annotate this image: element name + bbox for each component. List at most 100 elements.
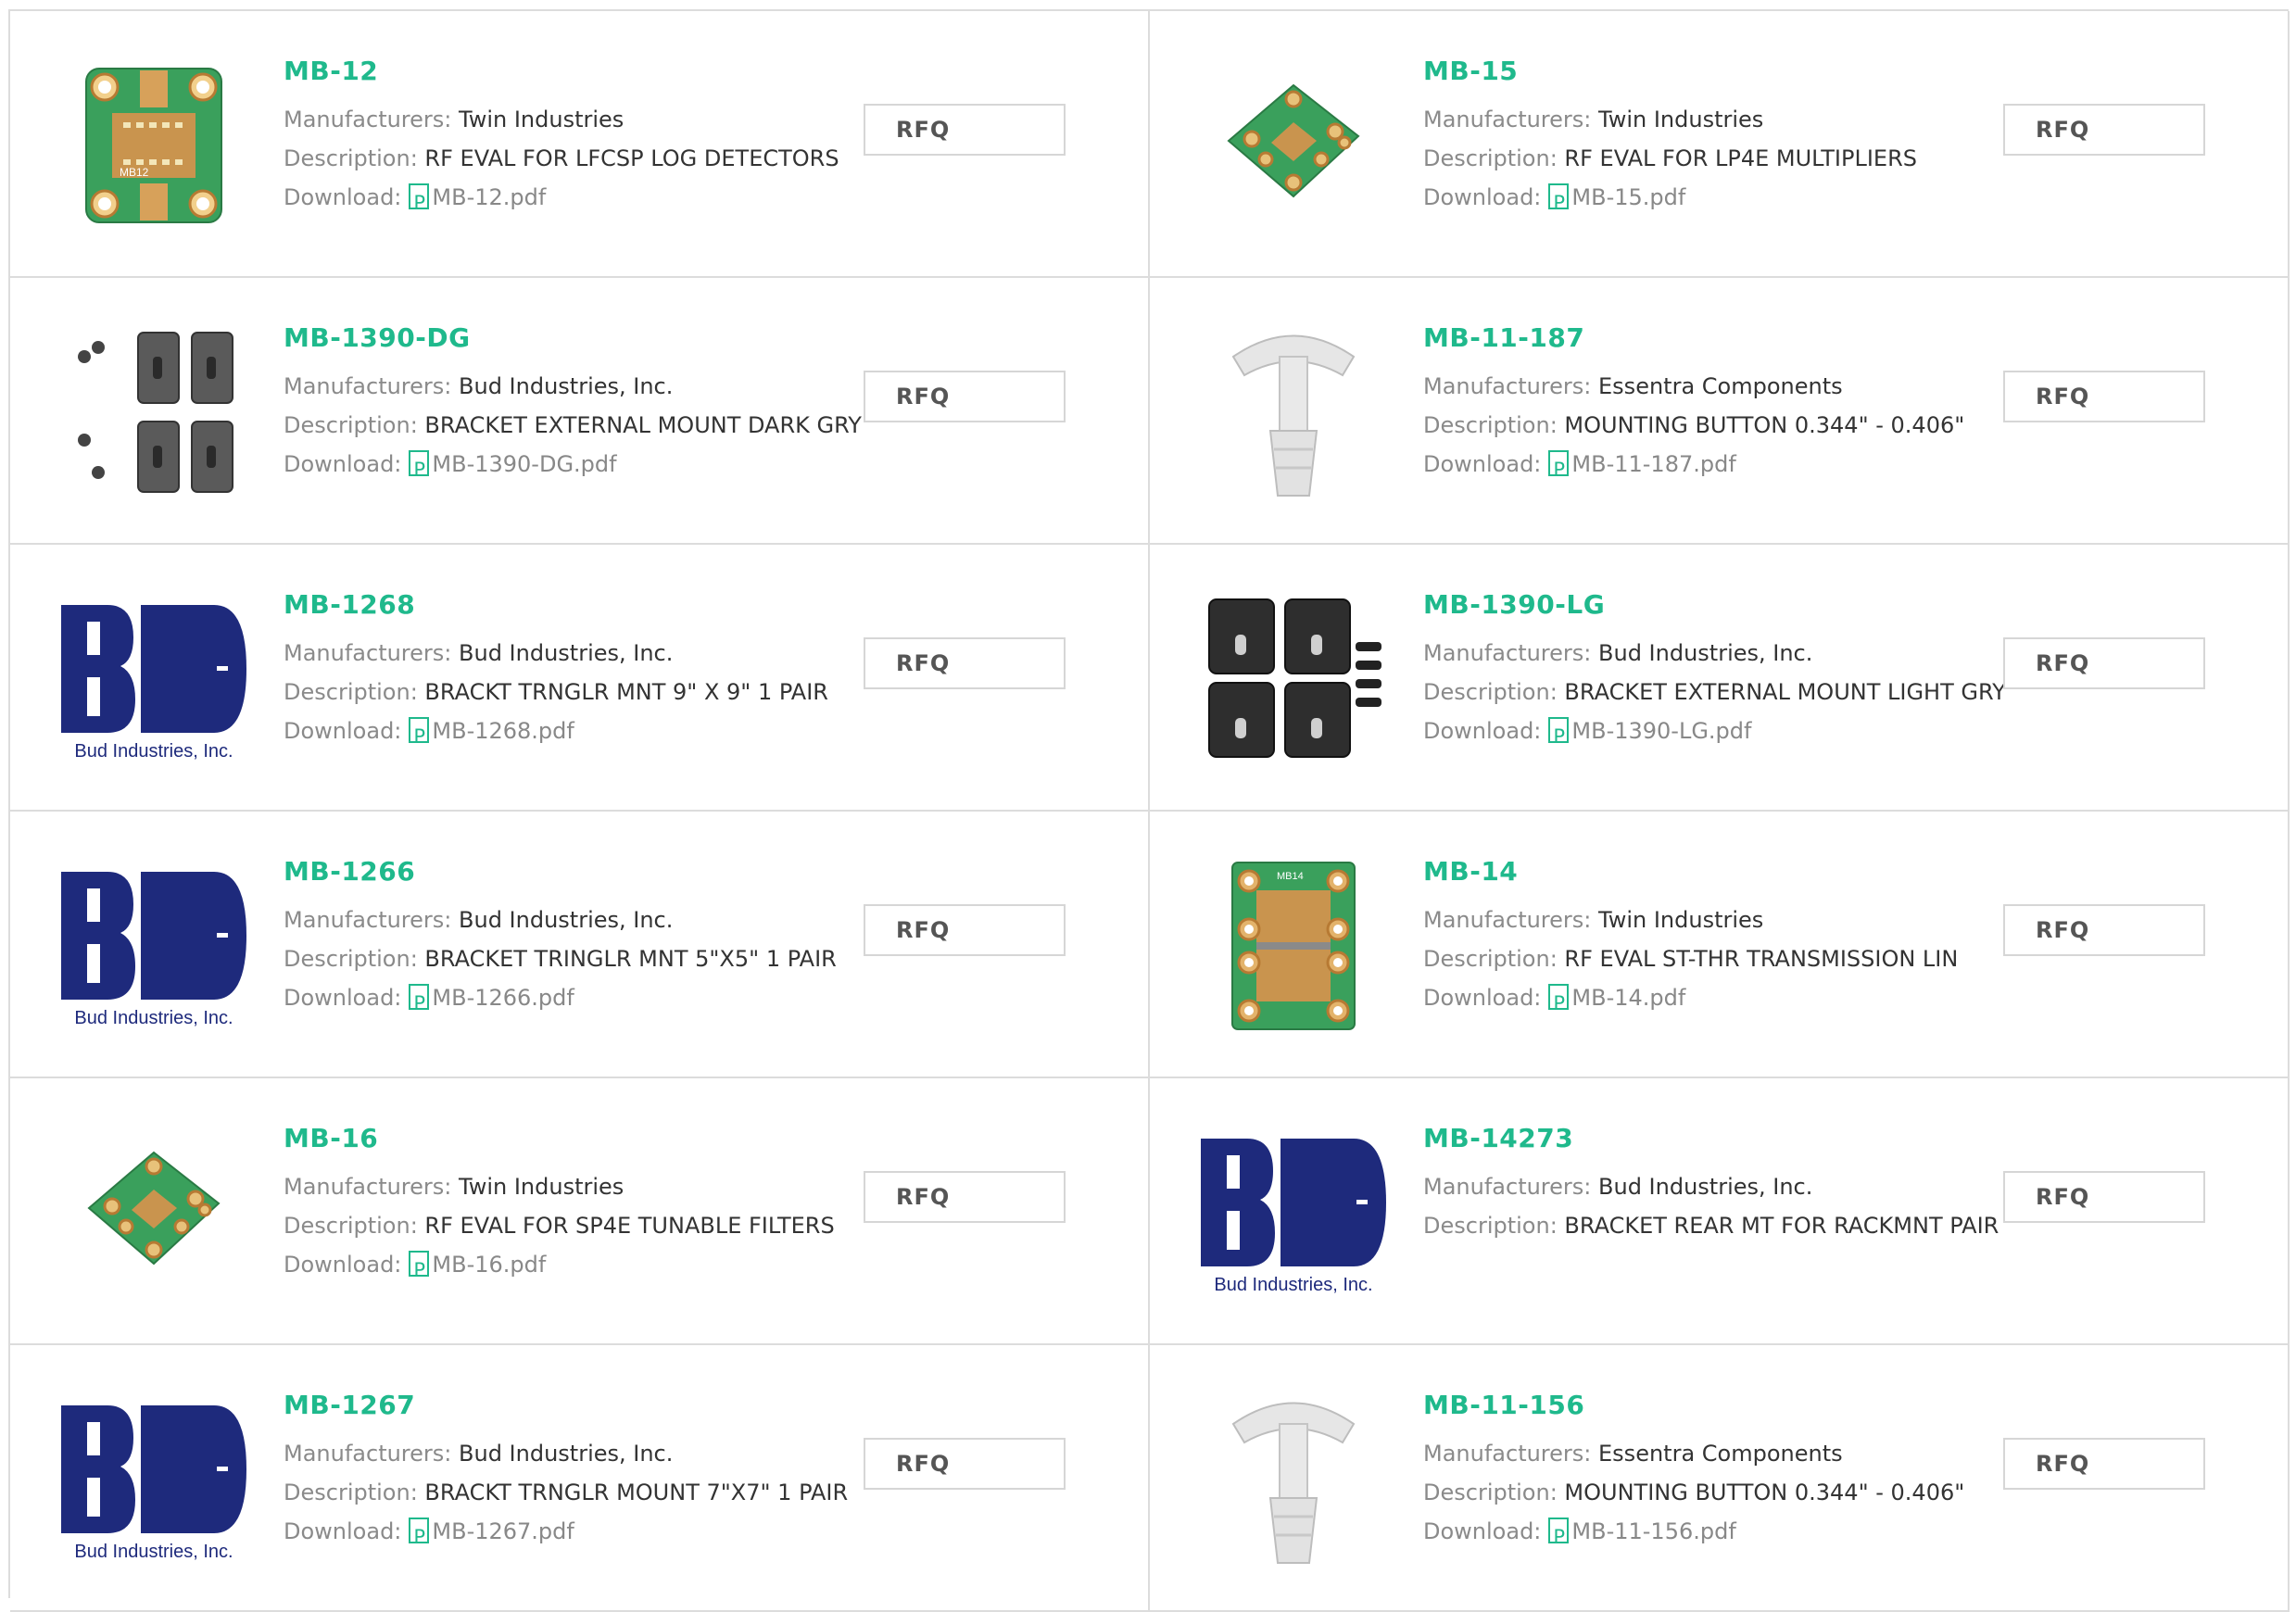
product-info: MB-1266 Manufacturers: Bud Industries, I… bbox=[284, 854, 877, 1023]
manufacturer-value: Twin Industries bbox=[1598, 107, 1764, 132]
pdf-icon[interactable] bbox=[1548, 984, 1570, 1023]
manufacturer-value: Twin Industries bbox=[1598, 907, 1764, 933]
download-label: Download: bbox=[1423, 718, 1542, 744]
rfq-button[interactable]: RFQ bbox=[864, 1171, 1066, 1223]
product-info: MB-14 Manufacturers: Twin Industries Des… bbox=[1423, 854, 2016, 1023]
manufacturer-value: Twin Industries bbox=[459, 1174, 624, 1200]
product-info: MB-11-156 Manufacturers: Essentra Compon… bbox=[1423, 1388, 2016, 1556]
datasheet-link[interactable]: MB-1266.pdf bbox=[432, 985, 574, 1011]
pdf-icon[interactable] bbox=[1548, 450, 1570, 489]
rfq-button[interactable]: RFQ bbox=[2003, 1171, 2205, 1223]
pdf-icon[interactable] bbox=[409, 183, 430, 222]
datasheet-link[interactable]: MB-14.pdf bbox=[1571, 985, 1685, 1011]
product-part-number-link[interactable]: MB-11-187 bbox=[1423, 321, 2016, 356]
description-label: Description: bbox=[284, 679, 418, 705]
pcb-board-mb14-image[interactable]: MB14 bbox=[1196, 849, 1391, 1043]
rfq-button[interactable]: RFQ bbox=[864, 904, 1066, 956]
product-info: MB-14273 Manufacturers: Bud Industries, … bbox=[1423, 1121, 2016, 1245]
pcb-board-small-image[interactable] bbox=[57, 1115, 251, 1310]
description-label: Description: bbox=[1423, 145, 1558, 171]
datasheet-link[interactable]: MB-11-156.pdf bbox=[1571, 1518, 1735, 1544]
datasheet-link[interactable]: MB-16.pdf bbox=[432, 1252, 546, 1278]
description-label: Description: bbox=[284, 946, 418, 972]
pdf-icon[interactable] bbox=[1548, 717, 1570, 756]
datasheet-link[interactable]: MB-11-187.pdf bbox=[1571, 451, 1735, 477]
mounting-button-image[interactable] bbox=[1196, 1382, 1391, 1577]
manufacturer-value: Essentra Components bbox=[1598, 1441, 1843, 1467]
rfq-button[interactable]: RFQ bbox=[2003, 637, 2205, 689]
rfq-button[interactable]: RFQ bbox=[2003, 904, 2205, 956]
description-row: Description: BRACKET EXTERNAL MOUNT DARK… bbox=[284, 406, 877, 445]
rfq-button[interactable]: RFQ bbox=[864, 104, 1066, 156]
description-row: Description: BRACKT TRNGLR MOUNT 7"X7" 1… bbox=[284, 1473, 877, 1512]
datasheet-link[interactable]: MB-12.pdf bbox=[432, 184, 546, 210]
pdf-icon[interactable] bbox=[409, 717, 430, 756]
product-part-number-link[interactable]: MB-1266 bbox=[284, 854, 877, 889]
pcb-board-mb12-image[interactable]: MB12 bbox=[57, 48, 251, 243]
rfq-button[interactable]: RFQ bbox=[2003, 371, 2205, 422]
rfq-button[interactable]: RFQ bbox=[864, 371, 1066, 422]
datasheet-link[interactable]: MB-1267.pdf bbox=[432, 1518, 574, 1544]
product-card: MB-11-156 Manufacturers: Essentra Compon… bbox=[1150, 1345, 2290, 1612]
mounting-button-image[interactable] bbox=[1196, 315, 1391, 510]
download-row: Download: MB-12.pdf bbox=[284, 178, 877, 222]
rfq-button[interactable]: RFQ bbox=[2003, 1438, 2205, 1490]
download-label: Download: bbox=[1423, 451, 1542, 477]
description-label: Description: bbox=[1423, 679, 1558, 705]
product-part-number-link[interactable]: MB-1268 bbox=[284, 587, 877, 623]
description-row: Description: MOUNTING BUTTON 0.344" - 0.… bbox=[1423, 406, 2016, 445]
description-label: Description: bbox=[284, 1480, 418, 1505]
bud-logo-image[interactable]: Bud Industries, Inc. bbox=[1196, 1115, 1391, 1310]
description-label: Description: bbox=[1423, 412, 1558, 438]
rfq-button[interactable]: RFQ bbox=[2003, 104, 2205, 156]
description-row: Description: RF EVAL ST-THR TRANSMISSION… bbox=[1423, 939, 2016, 978]
pdf-icon[interactable] bbox=[409, 1251, 430, 1290]
description-value: RF EVAL FOR LFCSP LOG DETECTORS bbox=[424, 145, 839, 171]
description-value: BRACKT TRNGLR MOUNT 7"X7" 1 PAIR bbox=[424, 1480, 849, 1505]
rfq-button[interactable]: RFQ bbox=[864, 1438, 1066, 1490]
product-card: MB-16 Manufacturers: Twin Industries Des… bbox=[10, 1078, 1150, 1345]
bracket-set-black-image[interactable] bbox=[1196, 582, 1391, 776]
bud-logo-image[interactable]: Bud Industries, Inc. bbox=[57, 1382, 251, 1577]
manufacturer-value: Bud Industries, Inc. bbox=[459, 640, 674, 666]
product-info: MB-12 Manufacturers: Twin Industries Des… bbox=[284, 54, 877, 222]
pdf-icon[interactable] bbox=[409, 1518, 430, 1556]
product-part-number-link[interactable]: MB-1267 bbox=[284, 1388, 877, 1423]
product-card: MB14 MB-14 Manufacturers: Twin Industrie… bbox=[1150, 812, 2290, 1078]
description-label: Description: bbox=[284, 412, 418, 438]
product-part-number-link[interactable]: MB-12 bbox=[284, 54, 877, 89]
product-part-number-link[interactable]: MB-15 bbox=[1423, 54, 2016, 89]
product-part-number-link[interactable]: MB-14 bbox=[1423, 854, 2016, 889]
description-value: RF EVAL FOR SP4E TUNABLE FILTERS bbox=[424, 1213, 835, 1239]
manufacturer-row: Manufacturers: Bud Industries, Inc. bbox=[284, 1434, 877, 1473]
datasheet-link[interactable]: MB-1390-DG.pdf bbox=[432, 451, 616, 477]
description-row: Description: BRACKET EXTERNAL MOUNT LIGH… bbox=[1423, 673, 2016, 712]
product-info: MB-1390-LG Manufacturers: Bud Industries… bbox=[1423, 587, 2016, 756]
product-part-number-link[interactable]: MB-11-156 bbox=[1423, 1388, 2016, 1423]
download-label: Download: bbox=[284, 718, 402, 744]
product-card: Bud Industries, Inc. MB-1266 Manufacture… bbox=[10, 812, 1150, 1078]
pdf-icon[interactable] bbox=[1548, 183, 1570, 222]
bud-logo-text: Bud Industries, Inc. bbox=[74, 1008, 233, 1028]
rfq-button[interactable]: RFQ bbox=[864, 637, 1066, 689]
pdf-icon[interactable] bbox=[1548, 1518, 1570, 1556]
product-part-number-link[interactable]: MB-1390-LG bbox=[1423, 587, 2016, 623]
manufacturer-row: Manufacturers: Bud Industries, Inc. bbox=[284, 900, 877, 939]
product-part-number-link[interactable]: MB-1390-DG bbox=[284, 321, 877, 356]
datasheet-link[interactable]: MB-1268.pdf bbox=[432, 718, 574, 744]
product-part-number-link[interactable]: MB-16 bbox=[284, 1121, 877, 1156]
datasheet-link[interactable]: MB-15.pdf bbox=[1571, 184, 1685, 210]
bracket-set-dark-image[interactable] bbox=[57, 315, 251, 510]
description-value: RF EVAL ST-THR TRANSMISSION LIN bbox=[1564, 946, 1959, 972]
product-card: MB12 MB-12 Manufacturers: Twin Industrie… bbox=[10, 11, 1150, 278]
bud-logo-image[interactable]: Bud Industries, Inc. bbox=[57, 582, 251, 776]
datasheet-link[interactable]: MB-1390-LG.pdf bbox=[1571, 718, 1751, 744]
pcb-board-small-image[interactable] bbox=[1196, 48, 1391, 243]
description-row: Description: RF EVAL FOR LFCSP LOG DETEC… bbox=[284, 139, 877, 178]
bud-logo-image[interactable]: Bud Industries, Inc. bbox=[57, 849, 251, 1043]
manufacturer-value: Twin Industries bbox=[459, 107, 624, 132]
pdf-icon[interactable] bbox=[409, 450, 430, 489]
product-part-number-link[interactable]: MB-14273 bbox=[1423, 1121, 2016, 1156]
pdf-icon[interactable] bbox=[409, 984, 430, 1023]
product-grid: MB12 MB-12 Manufacturers: Twin Industrie… bbox=[8, 9, 2290, 1612]
